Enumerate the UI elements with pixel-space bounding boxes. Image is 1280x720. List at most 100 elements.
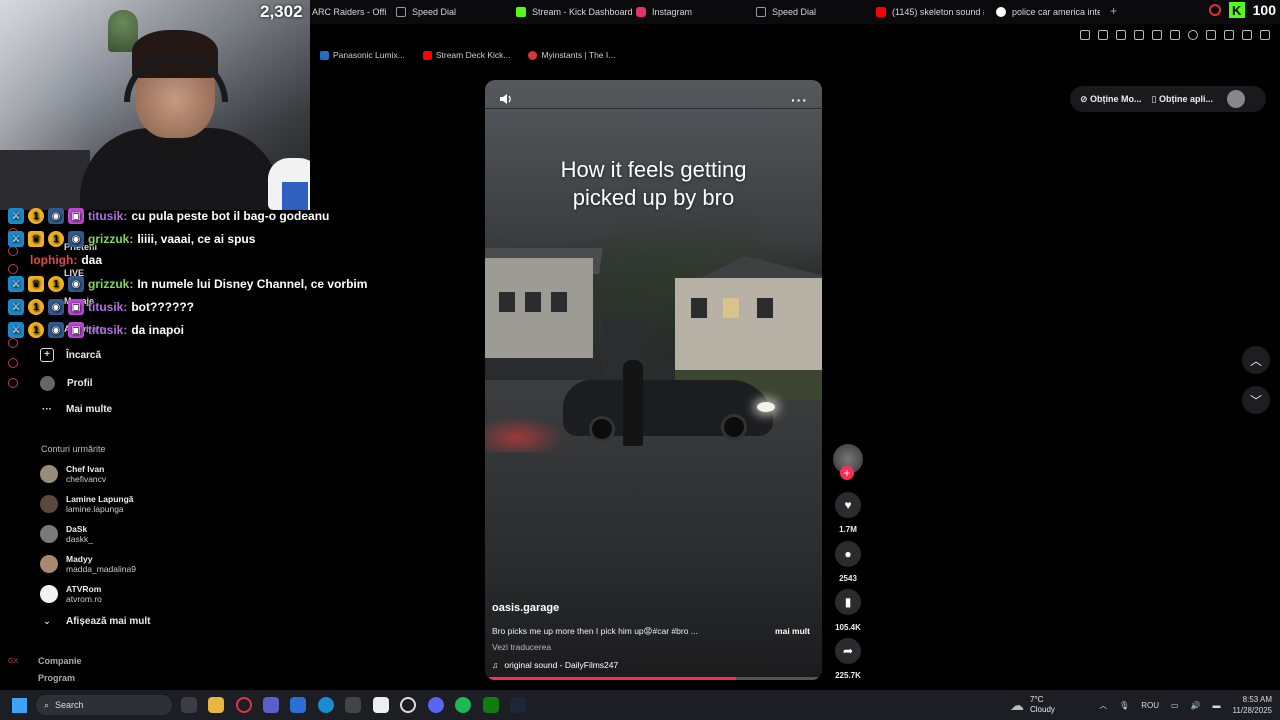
play-icon[interactable] [1170,30,1180,40]
tab-youtube-skeleton[interactable]: (1145) skeleton sound #m [876,4,984,20]
new-tab-button[interactable]: + [1110,4,1117,18]
show-more-button[interactable]: ⌄ Afișează mai mult [40,616,150,627]
previous-video-button[interactable]: ︿ [1242,346,1270,374]
shield-icon[interactable] [1116,30,1126,40]
gx-icon[interactable]: GX [8,658,18,668]
sidebar-item-upload[interactable]: + Încarcă [40,348,101,362]
tab-speed-dial[interactable]: Speed Dial [396,4,506,20]
settings-icon[interactable] [8,378,18,388]
menu-icon[interactable] [1260,30,1270,40]
chat-message: ⚔ ♛ 1 ◉ grizzuk: liiii, vaaai, ce ai spu… [8,231,255,247]
crown-badge-icon: ♛ [28,276,44,292]
notepad-icon[interactable] [373,697,389,713]
tiktok-icon[interactable] [8,264,18,274]
share-icon: ➦ [842,644,854,658]
heart-icon[interactable] [1188,30,1198,40]
gift-badge-icon: ▣ [68,208,84,224]
comment-button[interactable]: ● [835,541,861,567]
search-icon[interactable] [1208,4,1221,16]
video-player[interactable]: How it feels getting picked up by bro ··… [485,80,822,680]
followed-account[interactable]: DaSk daskk_ [40,524,93,544]
windows-start-icon[interactable] [12,698,27,713]
more-options-icon[interactable]: ··· [791,92,808,108]
bookmark-stream-deck[interactable]: Stream Deck Kick... [422,50,510,60]
steam-icon[interactable] [510,697,526,713]
youtube-icon [422,50,432,60]
volume-icon[interactable] [499,92,513,106]
download-icon[interactable] [1224,30,1234,40]
see-translation-button[interactable]: Vezi traducerea [492,642,551,652]
edge-icon[interactable] [318,697,334,713]
discord-icon[interactable] [428,697,444,713]
followed-account[interactable]: ATVRom atvrom.ro [40,584,102,604]
screenshot-icon[interactable] [1098,30,1108,40]
messenger-icon[interactable] [8,246,18,256]
video-scene-taillight-glow [485,416,565,452]
weather-widget[interactable]: ☁ 7°C Cloudy [1010,695,1055,715]
pin-icon[interactable] [1080,30,1090,40]
like-button[interactable]: ♥ [835,492,861,518]
video-author[interactable]: oasis.garage [492,602,559,614]
footer-link-program[interactable]: Program [38,673,75,683]
file-explorer-icon[interactable] [208,697,224,713]
teams-icon[interactable] [263,697,279,713]
tab-kick-dashboard[interactable]: Stream - Kick Dashboard [516,4,636,20]
opera-gx-icon[interactable] [236,697,252,713]
followed-account[interactable]: Chef Ivan chefivancv [40,464,106,484]
user-avatar[interactable] [1227,90,1246,108]
task-view-icon[interactable] [181,697,197,713]
speed-dial-icon [756,7,766,17]
taskbar-search[interactable]: ⌕ Search [36,695,172,715]
chat-text: cu pula peste bot il bag-o godeanu [131,209,330,223]
app-icon[interactable] [345,697,361,713]
bookmark-myinstants[interactable]: Myinstants | The I... [528,50,615,60]
video-sound[interactable]: ♫ original sound - DailyFilms247 [492,660,618,670]
footer-link-company[interactable]: Companie [38,656,82,666]
share-button[interactable]: ➦ [835,638,861,664]
video-progress-bar[interactable] [489,677,818,680]
history-icon[interactable] [8,338,18,348]
myinstants-icon [528,50,538,60]
extensions-icon[interactable] [1206,30,1216,40]
followed-account[interactable]: Madyy madda_madalina9 [40,554,136,574]
profile-icon[interactable] [1242,30,1252,40]
microphone-icon[interactable]: 🎙 [1119,701,1129,710]
volume-icon[interactable]: 🔊 [1191,701,1201,710]
chat-icon[interactable] [8,358,18,368]
moderator-badge-icon: ⚔ [8,231,24,247]
tab-google-police[interactable]: police car america interi [996,4,1100,20]
camera-badge-icon: ◉ [48,299,64,315]
next-video-button[interactable]: ﹀ [1242,386,1270,414]
more-description-button[interactable]: mai mult [775,626,810,636]
save-button[interactable]: ▮ [835,589,861,615]
tab-arc-raiders[interactable]: ARC Raiders - Offi [312,4,392,20]
chat-username: grizzuk: [88,232,134,246]
followed-account[interactable]: Lamine Lapungă lamine.lapunga [40,494,134,514]
sidebar-item-more[interactable]: ··· Mai multe [40,404,112,415]
get-app-button[interactable]: ▯ Obține apli... [1152,94,1213,105]
get-mode-button[interactable]: ⊘ Obține Mo... [1080,94,1142,105]
follow-plus-icon[interactable]: + [840,466,854,480]
spotify-icon[interactable] [455,697,471,713]
translate-icon[interactable] [1152,30,1162,40]
camera-badge-icon: ◉ [48,322,64,338]
bookmark-panasonic[interactable]: Panasonic Lumix... [320,50,405,60]
clock[interactable]: 8:53 AM 11/28/2025 [1233,694,1272,716]
battery-icon[interactable]: ▬ [1213,701,1221,710]
chat-username: titusik: [88,300,128,314]
chat-text: bot?????? [131,300,194,314]
sidebar-item-profile[interactable]: Profil [40,376,93,391]
tab-speed-dial-2[interactable]: Speed Dial [756,4,866,20]
tab-instagram[interactable]: Instagram [636,4,746,20]
xbox-icon[interactable] [483,697,499,713]
video-scene-house [675,278,822,370]
video-scene-headlight [757,402,775,412]
obs-icon[interactable] [400,697,416,713]
tray-chevron-icon[interactable]: ︿ [1099,700,1107,711]
video-scene-window [499,292,515,312]
language-indicator[interactable]: ROU [1141,701,1159,710]
bookmark-icon: ▮ [844,595,852,609]
network-icon[interactable]: ▭ [1171,701,1179,710]
store-icon[interactable] [290,697,306,713]
vpn-icon[interactable] [1134,30,1144,40]
